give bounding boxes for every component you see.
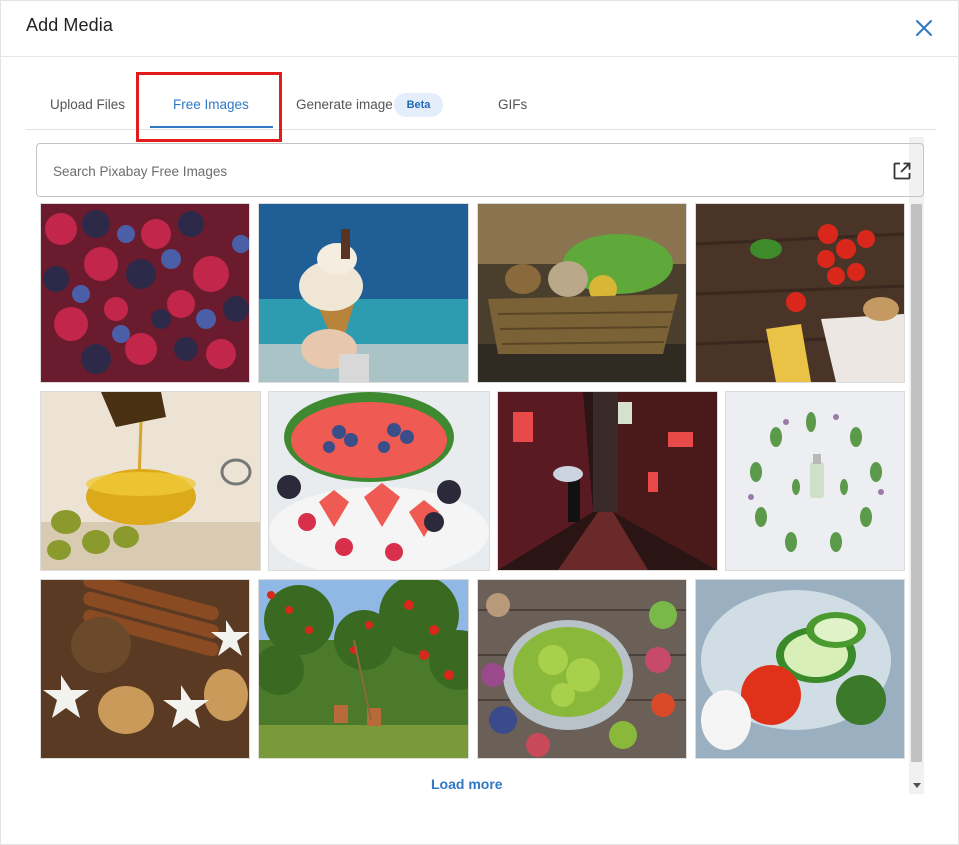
tab-free-images[interactable]: Free Images: [173, 97, 249, 112]
beta-badge: Beta: [394, 93, 443, 117]
active-tab-indicator: [150, 126, 273, 128]
scrollbar-thumb[interactable]: [911, 204, 922, 762]
dialog-title: Add Media: [26, 15, 113, 35]
tab-generate-image[interactable]: Generate image: [296, 97, 393, 112]
image-tomatoes-pasta[interactable]: [695, 203, 905, 383]
add-media-dialog: Add Media Upload Files Free Images Gener…: [0, 0, 959, 845]
image-herbs-bottle[interactable]: [725, 391, 905, 571]
image-salad-table[interactable]: [477, 579, 687, 759]
load-more-button[interactable]: Load more: [431, 776, 503, 792]
image-apple-orchard[interactable]: [258, 579, 469, 759]
image-night-alley[interactable]: [497, 391, 718, 571]
scroll-down-arrow-icon[interactable]: [913, 783, 921, 788]
image-watermelon-hearts[interactable]: [268, 391, 490, 571]
image-vegetable-basket[interactable]: [477, 203, 687, 383]
image-cinnamon-nuts[interactable]: [40, 579, 250, 759]
dialog-header: Add Media: [1, 1, 958, 57]
image-ice-cream-cone[interactable]: [258, 203, 469, 383]
search-input[interactable]: [51, 159, 875, 183]
close-icon[interactable]: [912, 16, 936, 40]
image-vegetables-splash[interactable]: [695, 579, 905, 759]
external-link-icon[interactable]: [892, 161, 912, 181]
search-box: [36, 143, 924, 197]
image-olive-oil[interactable]: [40, 391, 261, 571]
image-berries[interactable]: [40, 203, 250, 383]
media-tabs: Upload Files Free Images Generate image …: [26, 84, 936, 130]
tab-gifs[interactable]: GIFs: [498, 97, 527, 112]
tab-upload-files[interactable]: Upload Files: [50, 97, 125, 112]
